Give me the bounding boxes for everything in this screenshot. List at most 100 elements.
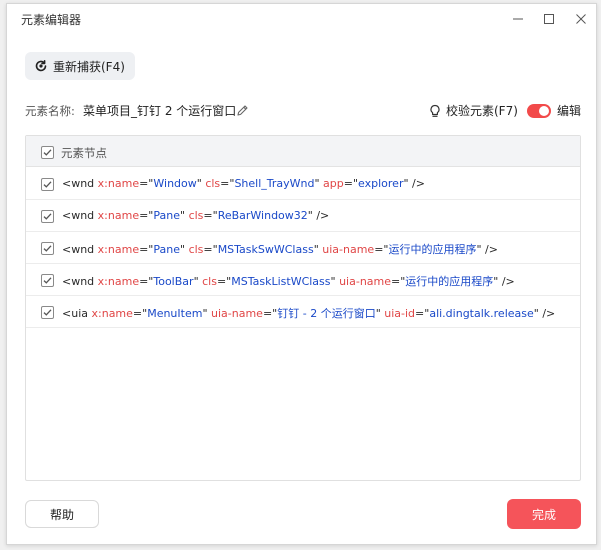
checkmark-icon — [43, 181, 52, 188]
attr-quote: " — [314, 177, 320, 190]
attr-name: cls — [188, 209, 204, 222]
node-checkbox[interactable] — [41, 274, 54, 287]
attr-name: uia-name — [211, 307, 263, 320]
close-icon — [576, 14, 586, 24]
select-all-checkbox[interactable] — [41, 146, 54, 159]
attr-eq: =" — [139, 275, 154, 288]
attr-value: 运行中的应用程序 — [388, 243, 477, 256]
attr-name: uia-name — [339, 275, 392, 288]
node-selector: <uia x:name="MenuItem" uia-name="钉钉 - 2 … — [62, 305, 555, 321]
attr-eq: =" — [374, 243, 389, 256]
node-tag: uia — [71, 307, 88, 320]
attr-value: 钉钉 - 2 个运行窗口 — [277, 307, 376, 320]
element-name-label: 元素名称: — [25, 104, 75, 118]
attr-value: MSTaskSwWClass — [217, 243, 314, 256]
title-bar[interactable]: 元素编辑器 — [7, 4, 596, 34]
attr-name: x:name — [97, 275, 140, 288]
tag-open-bracket: < — [62, 209, 72, 222]
attr-name: x:name — [97, 177, 140, 190]
attr-name: uia-name — [322, 243, 375, 256]
recapture-button[interactable]: 重新捕获(F4) — [25, 52, 135, 80]
node-row[interactable]: <uia x:name="MenuItem" uia-name="钉钉 - 2 … — [26, 296, 580, 328]
verify-element-button[interactable]: 校验元素(F7) — [428, 102, 518, 119]
attr-eq: =" — [139, 177, 154, 190]
attr-eq: =" — [139, 209, 154, 222]
pencil-icon[interactable] — [236, 104, 249, 117]
attr-name: cls — [188, 243, 204, 256]
recapture-icon — [35, 60, 47, 72]
attr-name: x:name — [97, 209, 140, 222]
attr-eq: =" — [139, 243, 154, 256]
node-tag: wnd — [71, 177, 95, 190]
attr-quote: " — [375, 307, 381, 320]
tag-close: /> — [481, 243, 498, 256]
element-name-row: 元素名称: 菜单项目_钉钉 2 个运行窗口 校验元素(F7) 编辑 — [25, 102, 583, 122]
attr-eq: =" — [203, 209, 218, 222]
node-checkbox[interactable] — [41, 178, 54, 191]
node-checkbox[interactable] — [41, 242, 54, 255]
attr-value: ali.dingtalk.release — [429, 307, 534, 320]
attr-value: MenuItem — [147, 307, 203, 320]
attr-eq: =" — [391, 275, 406, 288]
node-row[interactable]: <wnd x:name="Pane" cls="ReBarWindow32" /… — [26, 200, 580, 232]
tag-open-bracket: < — [62, 307, 72, 320]
edit-toggle-label: 编辑 — [557, 104, 582, 118]
attr-eq: =" — [203, 243, 218, 256]
attr-name: x:name — [91, 307, 133, 320]
node-row[interactable]: <wnd x:name="Window" cls="Shell_TrayWnd"… — [26, 168, 580, 200]
lightbulb-icon — [430, 104, 440, 117]
attr-value: ToolBar — [153, 275, 194, 288]
node-selector: <wnd x:name="Pane" cls="MSTaskSwWClass" … — [62, 241, 498, 257]
help-button[interactable]: 帮助 — [25, 500, 99, 528]
minimize-button[interactable] — [505, 8, 531, 30]
window-title: 元素编辑器 — [21, 13, 82, 27]
node-row[interactable]: <wnd x:name="ToolBar" cls="MSTaskListWCl… — [26, 264, 580, 296]
tag-open-bracket: < — [62, 275, 72, 288]
attr-value: 运行中的应用程序 — [405, 275, 494, 288]
attr-value: Shell_TrayWnd — [234, 177, 315, 190]
attr-quote: " — [330, 275, 336, 288]
attr-name: cls — [202, 275, 217, 288]
checkmark-icon — [43, 309, 52, 316]
edit-toggle[interactable] — [527, 104, 551, 118]
attr-quote: " — [202, 307, 208, 320]
tag-close: /> — [538, 307, 556, 320]
minimize-icon — [513, 18, 523, 20]
recapture-label: 重新捕获(F4) — [53, 59, 125, 74]
attr-eq: =" — [343, 177, 359, 190]
maximize-icon — [544, 14, 554, 24]
attr-quote: " — [180, 209, 186, 222]
attr-name: x:name — [97, 243, 140, 256]
close-button[interactable] — [568, 8, 594, 30]
node-checkbox[interactable] — [41, 306, 54, 319]
tree-header-label: 元素节点 — [61, 146, 107, 160]
tag-close: /> — [408, 177, 425, 190]
tag-close: /> — [498, 275, 515, 288]
attr-value: explorer — [358, 177, 404, 190]
maximize-button[interactable] — [536, 8, 562, 30]
tag-open-bracket: < — [62, 243, 72, 256]
node-row[interactable]: <wnd x:name="Pane" cls="MSTaskSwWClass" … — [26, 232, 580, 264]
checkmark-icon — [43, 149, 52, 156]
attr-eq: =" — [415, 307, 430, 320]
node-tag: wnd — [71, 275, 95, 288]
done-button[interactable]: 完成 — [507, 499, 581, 529]
attr-eq: =" — [132, 307, 148, 320]
attr-quote: " — [313, 243, 319, 256]
attr-quote: " — [196, 177, 202, 190]
checkmark-icon — [43, 245, 52, 252]
toggle-knob — [539, 106, 549, 116]
attr-eq: =" — [220, 177, 235, 190]
attr-value: Pane — [153, 243, 180, 256]
attr-value: MSTaskListWClass — [231, 275, 331, 288]
node-selector: <wnd x:name="Window" cls="Shell_TrayWnd"… — [62, 177, 425, 190]
attr-name: cls — [205, 177, 221, 190]
node-selector: <wnd x:name="ToolBar" cls="MSTaskListWCl… — [62, 273, 515, 289]
attr-name: app — [323, 177, 344, 190]
node-tag: wnd — [71, 243, 95, 256]
node-checkbox[interactable] — [41, 210, 54, 223]
attr-quote: " — [180, 243, 186, 256]
element-node-tree: 元素节点 <wnd x:name="Window" cls="Shell_Tra… — [25, 135, 581, 481]
checkmark-icon — [43, 213, 52, 220]
attr-eq: =" — [216, 275, 232, 288]
